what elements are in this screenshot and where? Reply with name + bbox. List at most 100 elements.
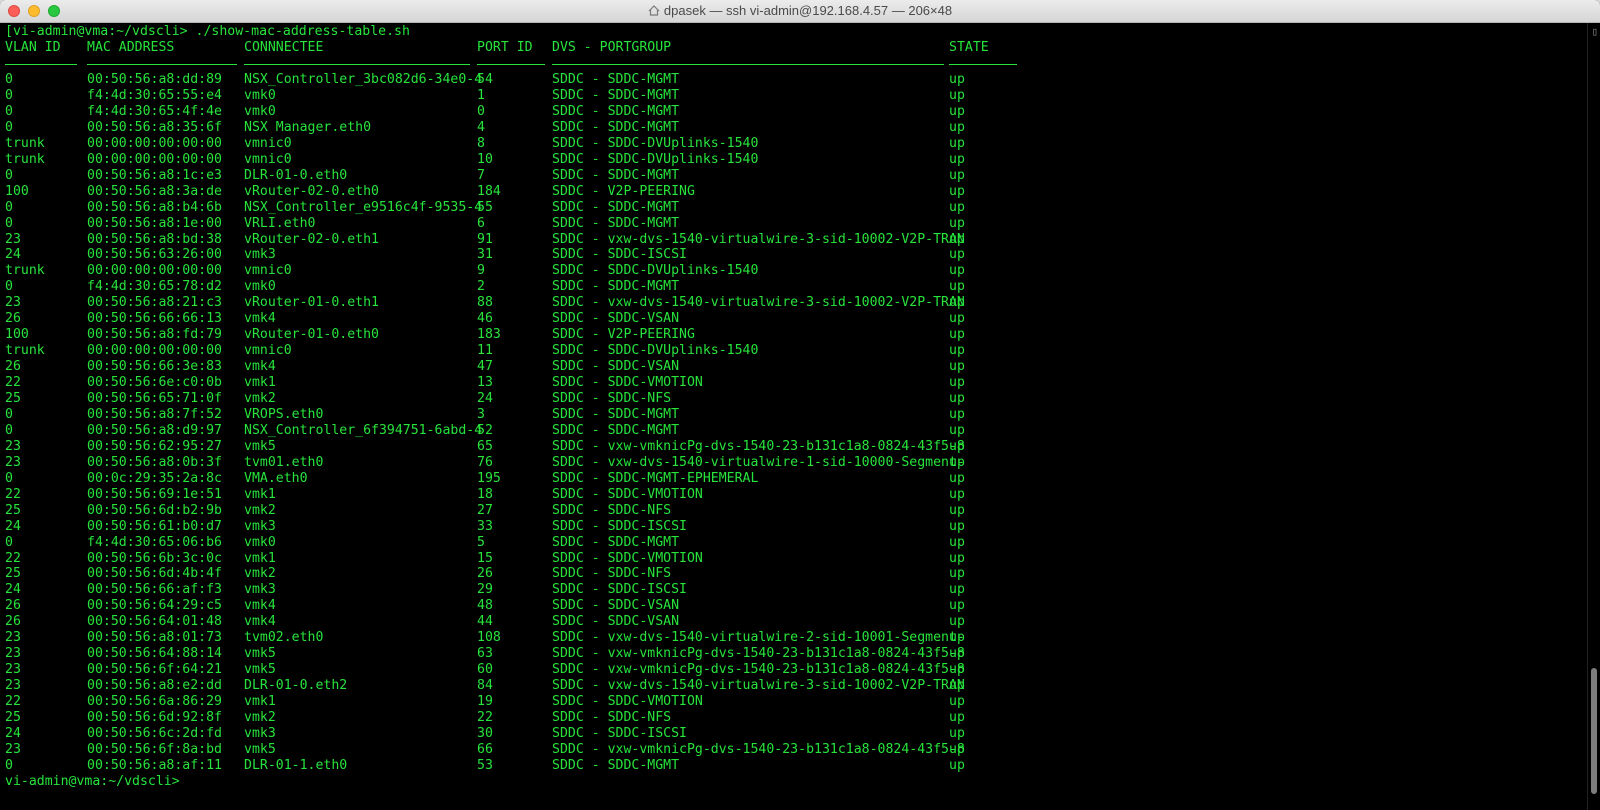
- cell-connectee: vmk2: [244, 502, 276, 518]
- cell-connectee: vmk4: [244, 598, 276, 614]
- cell-vlan-id: 23: [5, 662, 21, 678]
- cell-vlan-id: 0: [5, 103, 13, 119]
- cell-vlan-id: 0: [5, 215, 13, 231]
- cell-dvs-portgroup: SDDC - SDDC-ISCSI: [552, 582, 687, 598]
- cell-mac-address: 00:50:56:6c:2d:fd: [87, 725, 222, 741]
- cell-mac-address: 00:50:56:a8:dd:89: [87, 72, 222, 87]
- cell-mac-address: 00:00:00:00:00:00: [87, 135, 222, 151]
- cell-vlan-id: 26: [5, 311, 21, 327]
- cell-dvs-portgroup: SDDC - SDDC-NFS: [552, 502, 672, 518]
- cell-dvs-portgroup: SDDC - SDDC-DVUplinks-1540: [552, 135, 759, 151]
- cell-dvs-portgroup: SDDC - SDDC-VMOTION: [552, 486, 703, 502]
- cell-mac-address: f4:4d:30:65:06:b6: [87, 534, 222, 550]
- cell-dvs-portgroup: SDDC - SDDC-VSAN: [552, 598, 680, 614]
- cell-dvs-portgroup: SDDC - vxw-vmknicPg-dvs-1540-23-b131c1a8…: [552, 438, 965, 454]
- cell-dvs-portgroup: SDDC - SDDC-MGMT: [552, 72, 680, 87]
- cell-dvs-portgroup: SDDC - SDDC-VMOTION: [552, 375, 703, 391]
- cell-connectee: vmk5: [244, 646, 276, 662]
- cell-state: up: [949, 343, 965, 359]
- cell-port-id: 76: [477, 454, 493, 470]
- cell-state: up: [949, 518, 965, 534]
- cell-state: up: [949, 422, 965, 438]
- title-bar[interactable]: dpasek — ssh vi-admin@192.168.4.57 — 206…: [0, 0, 1600, 23]
- vertical-scrollbar[interactable]: [1587, 23, 1600, 810]
- cell-vlan-id: 0: [5, 199, 13, 215]
- cell-state: up: [949, 72, 965, 87]
- cell-dvs-portgroup: SDDC - SDDC-MGMT: [552, 534, 680, 550]
- cell-connectee: vRouter-02-0.eth0: [244, 183, 379, 199]
- cell-state: up: [949, 454, 965, 470]
- cell-dvs-portgroup: SDDC - vxw-vmknicPg-dvs-1540-23-b131c1a8…: [552, 741, 965, 757]
- cell-connectee: NSX_Controller_3bc082d6-34e0-4: [244, 72, 483, 87]
- cell-port-id: 9: [477, 263, 485, 279]
- cell-dvs-portgroup: SDDC - SDDC-NFS: [552, 391, 672, 406]
- cell-dvs-portgroup: SDDC - SDDC-MGMT-EPHEMERAL: [552, 470, 759, 486]
- cell-vlan-id: 0: [5, 422, 13, 438]
- cell-connectee: vmk0: [244, 279, 276, 295]
- cell-mac-address: 00:00:00:00:00:00: [87, 151, 222, 167]
- cell-state: up: [949, 135, 965, 151]
- cell-mac-address: 00:50:56:a8:af:11: [87, 757, 222, 773]
- cell-port-id: 54: [477, 72, 493, 87]
- cell-vlan-id: 23: [5, 454, 21, 470]
- cell-connectee: vmnic0: [244, 343, 292, 359]
- cell-connectee: VRLI.eth0: [244, 215, 316, 231]
- cell-vlan-id: 23: [5, 438, 21, 454]
- cell-mac-address: 00:50:56:6e:c0:0b: [87, 375, 222, 391]
- cell-port-id: 26: [477, 566, 493, 582]
- header-dvs-portgroup: DVS - PORTGROUP: [552, 40, 672, 55]
- cell-mac-address: 00:50:56:64:88:14: [87, 646, 222, 662]
- cell-state: up: [949, 167, 965, 183]
- cell-connectee: vmk3: [244, 518, 276, 534]
- cell-vlan-id: trunk: [5, 151, 45, 167]
- cell-mac-address: 00:50:56:69:1e:51: [87, 486, 222, 502]
- cell-port-id: 22: [477, 710, 493, 725]
- cell-port-id: 7: [477, 167, 485, 183]
- cell-vlan-id: 22: [5, 550, 21, 566]
- cell-vlan-id: trunk: [5, 135, 45, 151]
- cell-vlan-id: 0: [5, 757, 13, 773]
- cell-dvs-portgroup: SDDC - SDDC-VSAN: [552, 614, 680, 630]
- shell-prompt[interactable]: vi-admin@vma:~/vdscli>: [5, 774, 180, 790]
- cell-dvs-portgroup: SDDC - SDDC-NFS: [552, 710, 672, 725]
- cell-connectee: vmnic0: [244, 151, 292, 167]
- cell-port-id: 66: [477, 741, 493, 757]
- cell-mac-address: 00:50:56:6a:86:29: [87, 694, 222, 710]
- cell-dvs-portgroup: SDDC - SDDC-DVUplinks-1540: [552, 343, 759, 359]
- cell-connectee: tvm02.eth0: [244, 630, 324, 646]
- cell-port-id: 33: [477, 518, 493, 534]
- cell-mac-address: 00:50:56:a8:35:6f: [87, 119, 222, 135]
- window-title-area: dpasek — ssh vi-admin@192.168.4.57 — 206…: [0, 3, 1600, 18]
- cell-state: up: [949, 502, 965, 518]
- cell-vlan-id: 0: [5, 470, 13, 486]
- cell-port-id: 13: [477, 375, 493, 391]
- cell-port-id: 27: [477, 502, 493, 518]
- cell-dvs-portgroup: SDDC - vxw-dvs-1540-virtualwire-3-sid-10…: [552, 678, 965, 694]
- cell-mac-address: 00:50:56:62:95:27: [87, 438, 222, 454]
- cell-port-id: 108: [477, 630, 501, 646]
- cell-connectee: vmk1: [244, 550, 276, 566]
- cell-port-id: 53: [477, 757, 493, 773]
- scrollbar-thumb[interactable]: [1591, 668, 1597, 795]
- cell-vlan-id: 23: [5, 741, 21, 757]
- cell-mac-address: 00:50:56:6d:4b:4f: [87, 566, 222, 582]
- terminal-output[interactable]: [vi-admin@vma:~/vdscli> ./show-mac-addre…: [0, 23, 1588, 810]
- cell-state: up: [949, 566, 965, 582]
- cell-vlan-id: 25: [5, 391, 21, 406]
- cell-dvs-portgroup: SDDC - SDDC-ISCSI: [552, 247, 687, 263]
- cell-vlan-id: 26: [5, 598, 21, 614]
- cell-vlan-id: 23: [5, 678, 21, 694]
- cell-connectee: VROPS.eth0: [244, 406, 324, 422]
- cell-port-id: 60: [477, 662, 493, 678]
- cell-port-id: 0: [477, 103, 485, 119]
- cell-connectee: vmk1: [244, 694, 276, 710]
- cell-dvs-portgroup: SDDC - SDDC-DVUplinks-1540: [552, 263, 759, 279]
- cell-connectee: vmk3: [244, 582, 276, 598]
- cell-dvs-portgroup: SDDC - SDDC-MGMT: [552, 87, 680, 103]
- cell-state: up: [949, 103, 965, 119]
- terminal-window: dpasek — ssh vi-admin@192.168.4.57 — 206…: [0, 0, 1600, 810]
- cell-vlan-id: 0: [5, 72, 13, 87]
- cell-mac-address: 00:50:56:6f:64:21: [87, 662, 222, 678]
- cell-connectee: vmk1: [244, 375, 276, 391]
- cell-port-id: 3: [477, 406, 485, 422]
